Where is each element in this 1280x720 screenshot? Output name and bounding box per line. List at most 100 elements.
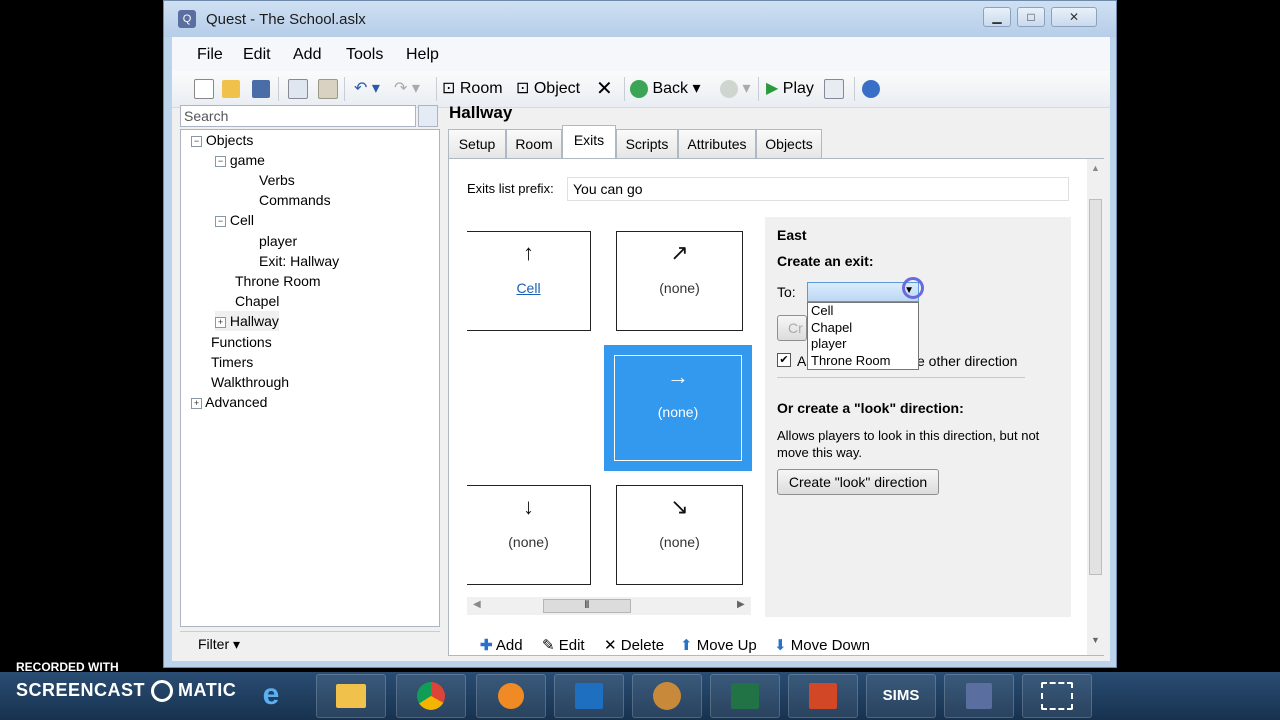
arrow-northeast-icon: ↗ <box>670 240 689 265</box>
sims-icon[interactable]: SIMS <box>866 674 936 718</box>
outlook-icon[interactable] <box>554 674 624 718</box>
exit-northeast[interactable]: ↗ (none) <box>616 231 743 331</box>
ie-icon[interactable]: e <box>236 674 306 718</box>
arrow-up-icon: ⬆ <box>680 637 693 654</box>
collapse-icon[interactable]: − <box>215 215 226 227</box>
add-object-button[interactable]: ⊡ Object <box>516 77 580 101</box>
tree-item-player[interactable]: player <box>259 231 297 251</box>
tree-item-timers[interactable]: Timers <box>211 352 253 372</box>
media-player-icon[interactable] <box>476 674 546 718</box>
help-icon[interactable] <box>862 77 880 101</box>
tree-item-chapel[interactable]: Chapel <box>235 291 279 311</box>
tree-item-cell[interactable]: − Cell <box>215 210 254 230</box>
menu-help[interactable]: Help <box>406 46 439 64</box>
tree-item-walkthrough[interactable]: Walkthrough <box>211 372 289 392</box>
copy-icon[interactable] <box>288 77 308 101</box>
minimize-button[interactable]: ▁ <box>983 7 1011 27</box>
tree-item-advanced[interactable]: + Advanced <box>191 392 267 412</box>
maximize-button[interactable]: □ <box>1017 7 1045 27</box>
dropdown-option-throne-room[interactable]: Throne Room <box>811 353 918 370</box>
undo-icon[interactable]: ↶ ▾ <box>354 77 380 101</box>
delete-icon[interactable]: ✕ <box>596 77 613 101</box>
snipping-tool-icon[interactable] <box>1022 674 1092 718</box>
tree-item-commands[interactable]: Commands <box>259 190 331 210</box>
collapse-icon[interactable]: − <box>191 135 202 147</box>
filter-button[interactable]: Filter ▾ <box>180 631 440 656</box>
exit-north-link[interactable]: Cell <box>467 280 590 296</box>
exit-details-panel: East Create an exit: To: ▼ Cr ✔ A e othe… <box>765 217 1071 617</box>
search-input[interactable]: Search <box>180 105 416 127</box>
create-exit-button[interactable]: Cr <box>777 315 807 341</box>
back-button[interactable]: Back ▾ <box>630 77 701 101</box>
edit-exit-button[interactable]: ✎ Edit <box>542 636 585 654</box>
explorer-icon[interactable] <box>316 674 386 718</box>
vertical-scroll-thumb[interactable] <box>1089 199 1102 575</box>
tree-item-game[interactable]: − game <box>215 150 265 170</box>
screencast-brand: SCREENCAST MATIC <box>16 680 236 703</box>
powerpoint-icon[interactable] <box>788 674 858 718</box>
delete-exit-button[interactable]: ✕ Delete <box>604 636 664 654</box>
close-button[interactable]: ✕ <box>1051 7 1097 27</box>
new-icon[interactable] <box>194 77 214 101</box>
search-icon[interactable] <box>418 105 438 127</box>
compass-grid: ↑ Cell ↗ (none) → (none) ↓ (none) ↘ (non… <box>467 217 765 597</box>
exits-prefix-input[interactable]: You can go <box>567 177 1069 201</box>
dropdown-option-player[interactable]: player <box>811 336 918 353</box>
exit-north[interactable]: ↑ Cell <box>467 231 591 331</box>
menu-file[interactable]: File <box>197 46 223 64</box>
move-down-button[interactable]: ⬇ Move Down <box>774 636 870 654</box>
tree-item-verbs[interactable]: Verbs <box>259 170 295 190</box>
excel-icon[interactable] <box>710 674 780 718</box>
menu-tools[interactable]: Tools <box>346 46 383 64</box>
quest-taskbar-icon[interactable] <box>944 674 1014 718</box>
exit-southeast[interactable]: ↘ (none) <box>616 485 743 585</box>
tree-item-hallway[interactable]: + Hallway <box>215 311 279 331</box>
exits-bottom-toolbar: ✚ Add ✎ Edit ✕ Delete ⬆ Move Up ⬇ Move D… <box>448 633 1104 659</box>
tab-attributes[interactable]: Attributes <box>678 129 756 158</box>
tab-setup[interactable]: Setup <box>448 129 506 158</box>
edit-icon: ✎ <box>542 637 555 654</box>
click-highlight <box>902 277 924 299</box>
window-title: Quest - The School.aslx <box>206 11 366 28</box>
move-up-button[interactable]: ⬆ Move Up <box>680 636 757 654</box>
tab-room[interactable]: Room <box>506 129 562 158</box>
menu-edit[interactable]: Edit <box>243 46 271 64</box>
to-label: To: <box>777 284 796 300</box>
redo-icon[interactable]: ↷ ▾ <box>394 77 420 101</box>
tab-exits[interactable]: Exits <box>562 125 616 159</box>
vertical-scrollbar[interactable]: ▲ ▼ <box>1087 159 1104 655</box>
horizontal-scrollbar[interactable]: ◀ ⦀ ▶ <box>467 597 751 615</box>
tree-item-objects[interactable]: − Objects <box>191 130 253 150</box>
paste-icon[interactable] <box>318 77 338 101</box>
dropdown-option-chapel[interactable]: Chapel <box>811 320 918 337</box>
forward-icon[interactable]: ▾ <box>720 77 750 101</box>
save-icon[interactable] <box>252 77 270 101</box>
create-look-button[interactable]: Create "look" direction <box>777 469 939 495</box>
tree-item-functions[interactable]: Functions <box>211 332 272 352</box>
collapse-icon[interactable]: − <box>215 155 226 167</box>
add-room-button[interactable]: ⊡ Room <box>442 77 503 101</box>
open-icon[interactable] <box>222 77 240 101</box>
play-button[interactable]: ▶ Play <box>766 77 814 101</box>
add-exit-button[interactable]: ✚ Add <box>480 636 523 654</box>
exit-south[interactable]: ↓ (none) <box>467 485 591 585</box>
tree-item-throne-room[interactable]: Throne Room <box>235 271 321 291</box>
scroll-thumb[interactable]: ⦀ <box>543 599 631 613</box>
exit-destination-dropdown[interactable]: ▼ <box>807 277 924 302</box>
tab-objects[interactable]: Objects <box>756 129 822 158</box>
expand-icon[interactable]: + <box>191 397 202 409</box>
scroll-up-icon[interactable]: ▲ <box>1091 163 1100 173</box>
app-icon[interactable] <box>632 674 702 718</box>
exit-east[interactable]: → (none) <box>604 345 752 471</box>
expand-icon[interactable]: + <box>215 316 226 328</box>
dropdown-option-cell[interactable]: Cell <box>811 303 918 320</box>
log-icon[interactable] <box>824 77 844 101</box>
scroll-right-icon[interactable]: ▶ <box>737 599 745 610</box>
tree-item-exit-hallway[interactable]: Exit: Hallway <box>259 251 339 271</box>
tab-scripts[interactable]: Scripts <box>616 129 678 158</box>
chrome-icon[interactable] <box>396 674 466 718</box>
exit-southeast-label: (none) <box>659 534 700 550</box>
scroll-left-icon[interactable]: ◀ <box>473 599 481 610</box>
menu-add[interactable]: Add <box>293 46 321 64</box>
reverse-exit-checkbox[interactable]: ✔ <box>777 353 791 367</box>
